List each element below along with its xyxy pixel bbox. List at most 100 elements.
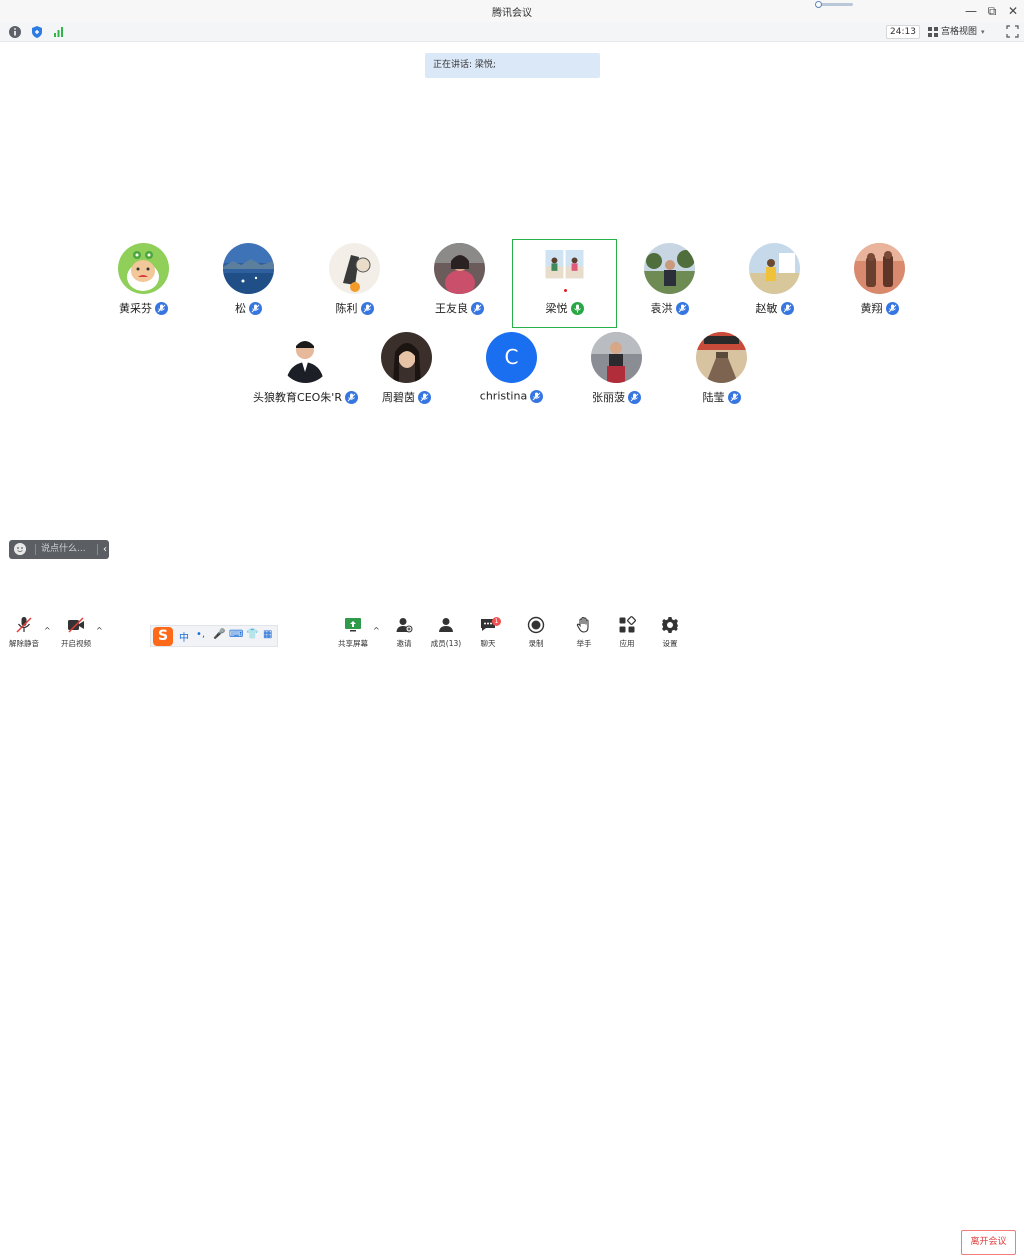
input-method-bar[interactable]: S 中 •, 🎤 ⌨ 👕 ▦ <box>150 625 278 647</box>
mic-active-icon <box>570 301 584 315</box>
collapse-chat-button[interactable]: ‹ <box>103 540 107 559</box>
close-button[interactable]: ✕ <box>1004 3 1022 19</box>
participant-name-row: 陈利 <box>302 300 407 316</box>
minimize-button[interactable]: — <box>962 3 980 19</box>
chat-input[interactable]: 说点什么... ‹ <box>9 540 109 559</box>
members-button[interactable]: 成员(13) <box>424 616 468 648</box>
participant-tile[interactable]: 陆莹 <box>669 330 774 420</box>
participant-tile[interactable]: 松 <box>196 241 301 331</box>
avatar <box>434 243 485 294</box>
settings-button[interactable]: 设置 <box>648 616 692 648</box>
gear-icon <box>662 617 678 633</box>
start-video-label: 开启视频 <box>61 639 91 648</box>
participant-tile-active-speaker[interactable]: 梁悦 <box>512 239 617 328</box>
ime-keyboard-icon[interactable]: ⌨ <box>229 629 243 640</box>
volume-slider[interactable] <box>815 1 855 8</box>
raise-hand-button[interactable]: 举手 <box>562 616 606 648</box>
shield-icon[interactable] <box>30 25 44 39</box>
start-video-button[interactable]: 开启视频 <box>54 616 98 648</box>
share-screen-button[interactable]: 共享屏幕 <box>331 616 375 648</box>
ime-punctuation[interactable]: •, <box>196 629 205 640</box>
fullscreen-icon[interactable] <box>1006 25 1019 38</box>
participant-name-row: 赵敏 <box>722 300 827 316</box>
volume-slider-knob[interactable] <box>815 1 822 8</box>
settings-label: 设置 <box>662 639 678 648</box>
mic-icon <box>360 301 374 315</box>
share-options-caret[interactable]: ^ <box>373 626 380 635</box>
members-icon <box>439 618 453 632</box>
share-screen-icon <box>345 618 361 632</box>
mic-icon <box>471 301 484 315</box>
participant-tile[interactable]: 王友良 <box>407 241 512 331</box>
unmute-button[interactable]: 解除静音 <box>2 616 46 648</box>
participant-name-row: 袁洪 <box>617 300 722 316</box>
avatar <box>381 332 432 383</box>
apps-label: 应用 <box>619 639 635 648</box>
unmute-label: 解除静音 <box>9 639 39 648</box>
mic-icon <box>249 301 262 315</box>
avatar <box>545 250 584 279</box>
participant-name-row: 王友良 <box>407 300 512 316</box>
invite-button[interactable]: 邀请 <box>382 616 426 648</box>
participant-name: 黄采芬 <box>119 302 152 315</box>
chevron-down-icon: ▾ <box>981 28 985 36</box>
restore-button[interactable]: ⧉ <box>983 3 1001 19</box>
view-mode-label: 宫格视图 <box>941 27 978 37</box>
ime-chinese-mode[interactable]: 中 <box>179 629 189 644</box>
participant-tile[interactable]: 赵敏 <box>722 241 827 331</box>
ime-toolbox-icon[interactable]: ▦ <box>263 629 272 640</box>
avatar <box>223 243 274 294</box>
participant-name-row: 陆莹 <box>669 389 774 405</box>
participant-tile[interactable]: 张丽菠 <box>564 330 669 420</box>
ime-logo[interactable]: S <box>153 627 173 646</box>
divider <box>97 544 98 555</box>
chat-label: 聊天 <box>480 639 496 648</box>
participant-name-row: 头狼教育CEO朱'R <box>248 389 363 405</box>
participant-name: 周碧茵 <box>382 391 415 404</box>
participant-tile[interactable]: C christina <box>459 330 564 420</box>
participant-name: christina <box>479 389 528 403</box>
members-label: 成员(13) <box>430 639 462 648</box>
info-icon[interactable] <box>8 25 22 39</box>
participant-name-row: christina <box>459 389 564 403</box>
participant-name: 袁洪 <box>650 302 673 315</box>
avatar <box>749 243 800 294</box>
window-title: 腾讯会议 <box>492 8 532 19</box>
record-label: 录制 <box>528 639 544 648</box>
ime-voice-icon[interactable]: 🎤 <box>213 629 225 640</box>
participant-name-row: 黄采芬 <box>91 300 196 316</box>
participant-name-row: 梁悦 <box>513 300 616 316</box>
signal-icon[interactable] <box>52 25 66 39</box>
participant-tile[interactable]: 周碧茵 <box>354 330 459 420</box>
leave-meeting-button[interactable]: 离开会议 <box>961 1230 1016 1255</box>
mic-icon <box>418 390 431 404</box>
participant-name-row: 黄翔 <box>827 300 932 316</box>
participant-tile[interactable]: 黄采芬 <box>91 241 196 331</box>
chat-button[interactable]: 1 聊天 <box>466 616 510 648</box>
participant-tile[interactable]: 黄翔 <box>827 241 932 331</box>
mic-icon <box>155 301 168 315</box>
view-mode-dropdown[interactable]: 宫格视图 ▾ <box>928 24 998 40</box>
audio-options-caret[interactable]: ^ <box>44 626 51 635</box>
participant-tile[interactable]: 头狼教育CEO朱'R <box>248 330 363 420</box>
video-options-caret[interactable]: ^ <box>96 626 103 635</box>
speaking-indicator <box>564 289 567 292</box>
avatar-initial: C <box>486 332 537 383</box>
participant-name: 头狼教育CEO朱'R <box>253 391 342 404</box>
participant-name: 张丽菠 <box>592 391 625 404</box>
mic-muted-icon <box>16 617 32 633</box>
participant-tile[interactable]: 袁洪 <box>617 241 722 331</box>
hand-icon <box>576 616 589 633</box>
emoji-icon[interactable] <box>14 543 26 555</box>
apps-button[interactable]: 应用 <box>605 616 649 648</box>
title-bar: 腾讯会议 — ⧉ ✕ <box>0 0 1024 22</box>
participant-name: 梁悦 <box>545 302 568 315</box>
avatar <box>854 243 905 294</box>
avatar <box>280 332 331 383</box>
ime-skin-icon[interactable]: 👕 <box>246 629 258 640</box>
participant-name-row: 松 <box>196 300 301 316</box>
mic-icon <box>727 390 741 404</box>
participant-name-row: 张丽菠 <box>564 389 669 405</box>
participant-tile[interactable]: 陈利 <box>302 241 407 331</box>
record-button[interactable]: 录制 <box>514 616 558 648</box>
